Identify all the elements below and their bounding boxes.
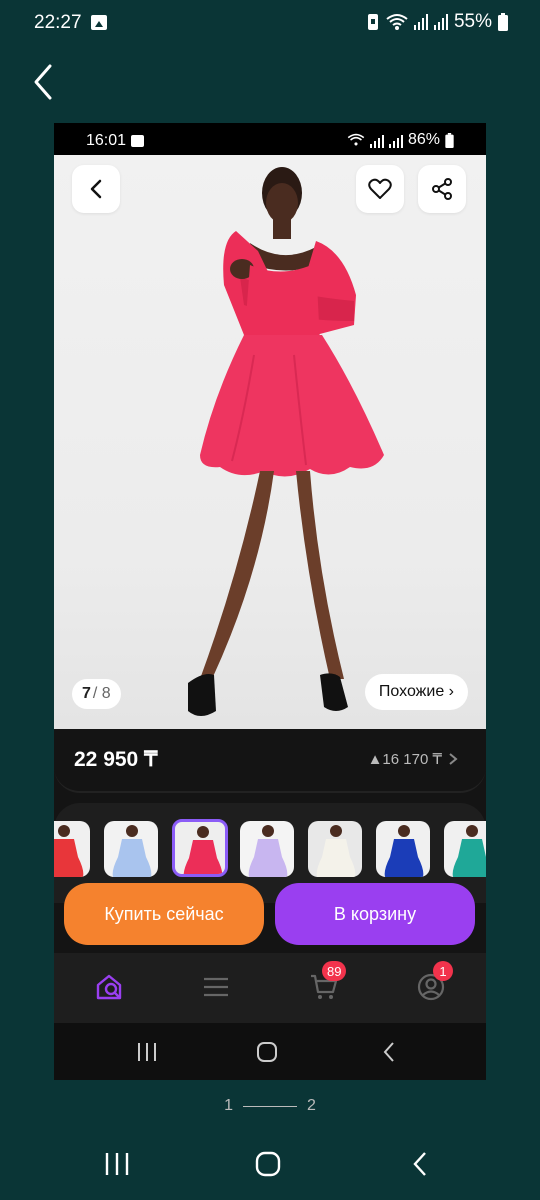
chevron-right-icon	[449, 753, 458, 765]
profile-badge: 1	[433, 961, 453, 981]
back-icon[interactable]	[382, 1041, 396, 1063]
pager-divider	[243, 1105, 297, 1107]
variant-thumbnail-image	[316, 825, 356, 877]
inner-battery-icon	[445, 132, 454, 148]
price-history-link[interactable]: ▲16 170 ₸	[368, 750, 458, 768]
price-card: 22 950 ₸ ▲16 170 ₸	[54, 729, 486, 793]
inner-status-indicators: 86%	[347, 131, 454, 149]
pager-page-2[interactable]: 2	[307, 1097, 316, 1115]
variant-thumbnail[interactable]	[308, 821, 362, 877]
tab-profile[interactable]: 1	[411, 961, 453, 1007]
buy-now-button[interactable]: Купить сейчас	[64, 883, 264, 945]
recents-icon[interactable]	[104, 1152, 130, 1176]
tab-cart[interactable]: 89	[304, 961, 347, 1007]
signal-icon	[413, 14, 428, 30]
inner-navigation-bar	[54, 1023, 486, 1080]
home-icon[interactable]	[255, 1151, 281, 1177]
variant-thumbnail-image	[248, 825, 288, 877]
photo-total: / 8	[92, 685, 111, 702]
inner-wifi-icon	[347, 133, 365, 146]
photo-back-button[interactable]	[72, 165, 120, 213]
favorite-button[interactable]	[356, 165, 404, 213]
share-icon	[432, 178, 452, 200]
variant-thumbnail[interactable]	[240, 821, 294, 877]
variant-thumbnail-image	[54, 825, 84, 877]
inner-signal-icon	[369, 132, 384, 148]
inner-gallery-icon	[131, 135, 144, 147]
outer-clock: 22:27	[34, 12, 82, 33]
product-photo[interactable]: 7 / 8 Похожие ›	[54, 155, 486, 729]
add-to-cart-button[interactable]: В корзину	[275, 883, 475, 945]
similar-button[interactable]: Похожие ›	[364, 674, 468, 710]
outer-status-bar: 22:27 55%	[0, 0, 540, 46]
outer-status-indicators: 55%	[366, 11, 508, 33]
inner-clock: 16:01	[86, 132, 127, 149]
outer-navigation-bar	[0, 1140, 540, 1190]
back-icon[interactable]	[412, 1151, 428, 1177]
recycle-icon	[367, 14, 378, 30]
variant-thumbnail-image	[183, 826, 223, 874]
variant-thumbnail-image	[384, 825, 424, 877]
cart-badge: 89	[322, 961, 347, 981]
signal-icon-2	[433, 14, 448, 30]
variant-thumbnail[interactable]	[54, 821, 90, 877]
chevron-left-icon	[34, 64, 52, 100]
heart-icon	[368, 178, 392, 199]
price: 22 950 ₸	[74, 748, 158, 771]
embedded-screenshot: 16:01 86% 7 / 8 Похожие › 22 950 ₸ ▲16 1…	[54, 123, 486, 1080]
home-icon[interactable]	[256, 1041, 278, 1063]
chevron-left-icon	[90, 179, 102, 199]
variant-thumbnail[interactable]	[172, 819, 228, 877]
variant-thumbnail-image	[112, 825, 152, 877]
home-search-icon	[96, 974, 122, 1000]
wifi-icon	[386, 14, 408, 30]
variant-thumbnail[interactable]	[444, 821, 486, 877]
photo-counter: 7 / 8	[72, 679, 121, 709]
variant-thumbnail-image	[452, 825, 486, 877]
variant-thumbnails	[54, 819, 486, 879]
tab-home-search[interactable]	[90, 967, 130, 1007]
recents-icon[interactable]	[136, 1042, 158, 1062]
pager-page-1[interactable]: 1	[224, 1097, 233, 1115]
bottom-tab-bar: 89 1	[54, 953, 486, 1023]
photo-current-index: 7	[82, 685, 91, 702]
inner-battery-percent: 86%	[407, 131, 440, 148]
battery-icon	[498, 13, 508, 31]
gallery-notification-icon	[91, 15, 107, 30]
outer-battery-percent: 55%	[453, 11, 492, 32]
model-in-pink-dress-image	[188, 167, 384, 716]
screenshot-pager: 1 2	[0, 1094, 540, 1118]
menu-icon	[204, 977, 228, 997]
variant-thumbnail[interactable]	[376, 821, 430, 877]
variant-thumbnail[interactable]	[104, 821, 158, 877]
tab-catalog[interactable]	[196, 967, 236, 1007]
old-price: ▲16 170 ₸	[367, 751, 442, 768]
viewer-back-button[interactable]	[30, 62, 60, 102]
inner-status-bar: 16:01 86%	[54, 123, 486, 155]
share-button[interactable]	[418, 165, 466, 213]
inner-signal-icon-2	[388, 132, 403, 148]
